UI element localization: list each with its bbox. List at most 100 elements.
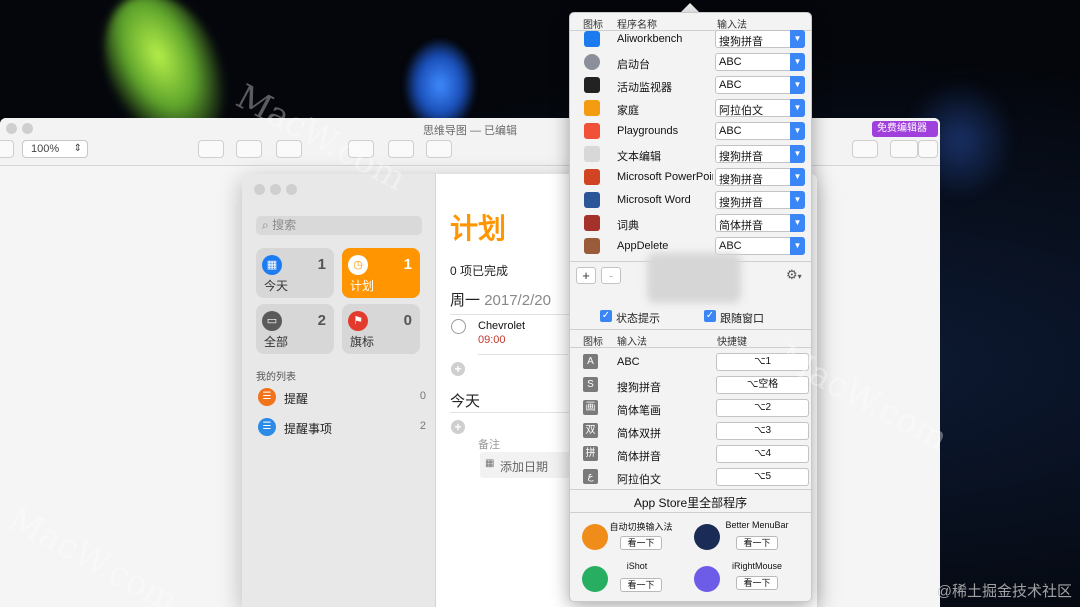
input-method-row[interactable]: S 搜狗拼音 ⌥空格 bbox=[570, 374, 811, 396]
view-button[interactable]: 看一下 bbox=[620, 578, 662, 592]
search-field[interactable]: ⌕ 搜索 bbox=[256, 216, 422, 235]
store-app-name: iShot bbox=[626, 561, 648, 571]
divider bbox=[450, 314, 570, 315]
list-name: 提醒事项 bbox=[284, 422, 333, 436]
im-select[interactable]: 阿拉伯文 ▼ bbox=[715, 99, 805, 117]
add-date-button[interactable]: ▦ 添加日期 bbox=[480, 452, 570, 478]
app-row[interactable]: 启动台 ABC ▼ bbox=[570, 51, 811, 73]
smart-list-flagged[interactable]: ⚑ 0 旗标 bbox=[342, 304, 420, 354]
app-name: Playgrounds bbox=[617, 125, 679, 137]
smart-list-scheduled[interactable]: ◷ 1 计划 bbox=[342, 248, 420, 298]
im-select[interactable]: ABC ▼ bbox=[715, 53, 805, 71]
app-name: Microsoft Word bbox=[617, 194, 691, 206]
list-item-reminders[interactable]: ☰ 提醒 0 bbox=[256, 387, 428, 407]
im-select[interactable]: 搜狗拼音 ▼ bbox=[715, 191, 805, 209]
section-date: 2017/2/20 bbox=[484, 292, 551, 309]
reminders-zoom-button[interactable] bbox=[286, 184, 297, 195]
search-placeholder: 搜索 bbox=[272, 218, 297, 232]
task-tool-button[interactable] bbox=[198, 140, 224, 158]
im-select[interactable]: ABC ▼ bbox=[715, 76, 805, 94]
app-list[interactable]: Aliworkbench 搜狗拼音 ▼ 启动台 ABC ▼ 活动监视器 ABC ▼ 家… bbox=[570, 28, 811, 261]
app-row[interactable]: Microsoft Word 搜狗拼音 ▼ bbox=[570, 189, 811, 211]
blue-smoke-art bbox=[405, 40, 475, 130]
view-toggle-button[interactable] bbox=[890, 140, 918, 158]
activity-monitor-icon bbox=[584, 77, 600, 93]
im-name: 阿拉伯文 bbox=[617, 474, 661, 486]
view-button[interactable]: 看一下 bbox=[736, 576, 778, 590]
fullscreen-tool-button[interactable] bbox=[426, 140, 452, 158]
chevron-down-icon: ▼ bbox=[790, 237, 805, 255]
app-row[interactable]: 词典 简体拼音 ▼ bbox=[570, 212, 811, 234]
im-select[interactable]: ABC ▼ bbox=[715, 122, 805, 140]
reminder-time: 09:00 bbox=[478, 334, 506, 346]
add-reminder-button[interactable]: + bbox=[451, 362, 465, 376]
chevron-down-icon: ▼ bbox=[790, 214, 805, 232]
im-select-value: 阿拉伯文 bbox=[719, 105, 763, 117]
follow-window-label: 跟随窗口 bbox=[720, 313, 764, 325]
dictionary-icon bbox=[584, 215, 600, 231]
app-row[interactable]: 文本编辑 搜狗拼音 ▼ bbox=[570, 143, 811, 165]
remove-app-button[interactable]: - bbox=[601, 267, 621, 284]
follow-window-checkbox[interactable]: ✓ bbox=[704, 310, 716, 322]
notes-placeholder[interactable]: 备注 bbox=[478, 436, 500, 452]
store-app-auto-switch[interactable]: 自动切换输入法 看一下 bbox=[570, 516, 690, 556]
hotkey-field[interactable]: ⌥5 bbox=[716, 468, 809, 486]
store-app-irightmouse[interactable]: iRightMouse 看一下 bbox=[690, 558, 811, 598]
gear-icon[interactable]: ⚙▾ bbox=[786, 267, 802, 283]
add-date-label: 添加日期 bbox=[500, 460, 549, 474]
app-row[interactable]: 活动监视器 ABC ▼ bbox=[570, 74, 811, 96]
flag-icon: ⚑ bbox=[348, 311, 368, 331]
input-method-row[interactable]: ع 阿拉伯文 ⌥5 bbox=[570, 466, 811, 488]
add-app-button[interactable]: + bbox=[576, 267, 596, 284]
view-button[interactable]: 看一下 bbox=[736, 536, 778, 550]
chevron-down-icon: ▼ bbox=[790, 168, 805, 186]
reminder-title[interactable]: Chevrolet bbox=[478, 320, 525, 332]
hotkey-field[interactable]: ⌥4 bbox=[716, 445, 809, 463]
store-app-better-menubar[interactable]: Better MenuBar 看一下 bbox=[690, 516, 811, 556]
app-name: Microsoft PowerPoint bbox=[617, 171, 713, 183]
smart-list-all[interactable]: ▭ 2 全部 bbox=[256, 304, 334, 354]
reminders-minimize-button[interactable] bbox=[270, 184, 281, 195]
app-row[interactable]: Microsoft PowerPoint 搜狗拼音 ▼ bbox=[570, 166, 811, 188]
chevron-down-icon: ▼ bbox=[790, 122, 805, 140]
reminders-close-button[interactable] bbox=[254, 184, 265, 195]
hotkey-field[interactable]: ⌥2 bbox=[716, 399, 809, 417]
input-method-row[interactable]: 画 简体笔画 ⌥2 bbox=[570, 397, 811, 419]
zoom-value: 100% bbox=[31, 143, 60, 155]
export-button[interactable] bbox=[852, 140, 878, 158]
popover-arrow bbox=[681, 3, 699, 12]
zoom-select[interactable]: 100% ⇕ bbox=[22, 140, 88, 158]
status-hint-label: 状态提示 bbox=[616, 313, 660, 325]
im-select[interactable]: 搜狗拼音 ▼ bbox=[715, 30, 805, 48]
im-select-value: ABC bbox=[719, 79, 742, 91]
chevron-down-icon: ▼ bbox=[790, 145, 805, 163]
flagged-label: 旗标 bbox=[350, 335, 375, 349]
view-button[interactable]: 看一下 bbox=[620, 536, 662, 550]
today-label: 今天 bbox=[264, 279, 289, 293]
hotkey-field[interactable]: ⌥3 bbox=[716, 422, 809, 440]
complete-checkbox[interactable] bbox=[451, 319, 466, 334]
app-row[interactable]: Aliworkbench 搜狗拼音 ▼ bbox=[570, 28, 811, 50]
divider bbox=[478, 354, 568, 355]
list-item-reminder-items[interactable]: ☰ 提醒事项 2 bbox=[256, 417, 428, 437]
swift-playgrounds-icon bbox=[584, 123, 600, 139]
store-app-ishot[interactable]: iShot 看一下 bbox=[570, 558, 690, 598]
note-tool-button[interactable] bbox=[236, 140, 262, 158]
smart-list-today[interactable]: ▦ 1 今天 bbox=[256, 248, 334, 298]
app-store-heading: App Store里全部程序 bbox=[633, 496, 748, 510]
input-method-row[interactable]: 拼 简体拼音 ⌥4 bbox=[570, 443, 811, 465]
app-row[interactable]: 家庭 阿拉伯文 ▼ bbox=[570, 97, 811, 119]
im-select[interactable]: 简体拼音 ▼ bbox=[715, 214, 805, 232]
sidebar-toggle-button[interactable] bbox=[0, 140, 14, 158]
app-row[interactable]: Playgrounds ABC ▼ bbox=[570, 120, 811, 142]
list-count: 2 bbox=[419, 420, 426, 432]
view-dropdown-button[interactable] bbox=[918, 140, 938, 158]
im-select-value: ABC bbox=[719, 125, 742, 137]
im-select[interactable]: 搜狗拼音 ▼ bbox=[715, 168, 805, 186]
status-hint-checkbox[interactable]: ✓ bbox=[600, 310, 612, 322]
pinyin-icon: 拼 bbox=[583, 446, 598, 461]
im-select[interactable]: 搜狗拼音 ▼ bbox=[715, 145, 805, 163]
input-method-row[interactable]: 双 简体双拼 ⌥3 bbox=[570, 420, 811, 442]
free-editor-badge[interactable]: 免费编辑器 bbox=[872, 121, 938, 137]
add-reminder-today-button[interactable]: + bbox=[451, 420, 465, 434]
